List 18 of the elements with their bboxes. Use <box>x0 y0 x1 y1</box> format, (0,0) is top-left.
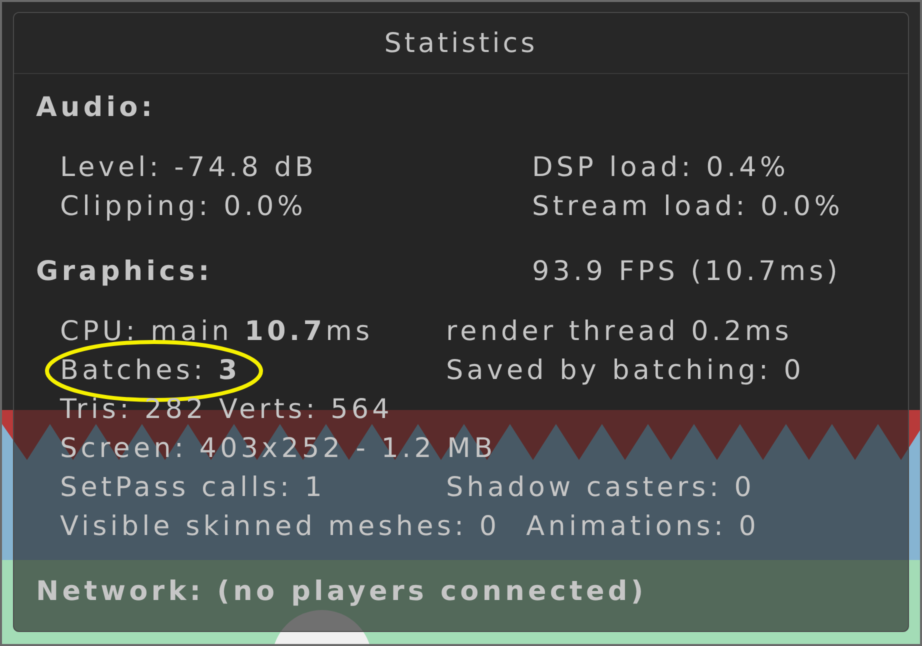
window-title: Statistics <box>384 28 538 58</box>
section-heading: Network: (no players connected) <box>36 575 648 609</box>
stat-text: Tris: 282 Verts: 564 <box>60 393 394 427</box>
stat-text: render thread 0.2ms <box>446 315 792 349</box>
stat-text: DSP load: 0.4% <box>532 151 790 185</box>
stat-text: Animations: 0 <box>526 510 760 544</box>
stat-text: Screen: 403x252 - 1.2 MB <box>60 432 498 466</box>
fps-text: 93.9 FPS (10.7ms) <box>532 255 841 289</box>
stat-text: Stream load: 0.0% <box>532 190 844 224</box>
section-heading: Audio: <box>36 91 157 125</box>
stat-text: Batches: 3 <box>60 354 242 388</box>
stat-text: Clipping: 0.0% <box>60 190 308 224</box>
stat-text: Visible skinned meshes: 0 <box>60 510 502 544</box>
stat-text: Level: -74.8 dB <box>60 151 318 185</box>
stat-text: SetPass calls: 1 <box>60 471 327 505</box>
stat-text: Shadow casters: 0 <box>446 471 755 505</box>
stat-text: Saved by batching: 0 <box>446 354 805 388</box>
section-heading: Graphics: <box>36 255 214 289</box>
